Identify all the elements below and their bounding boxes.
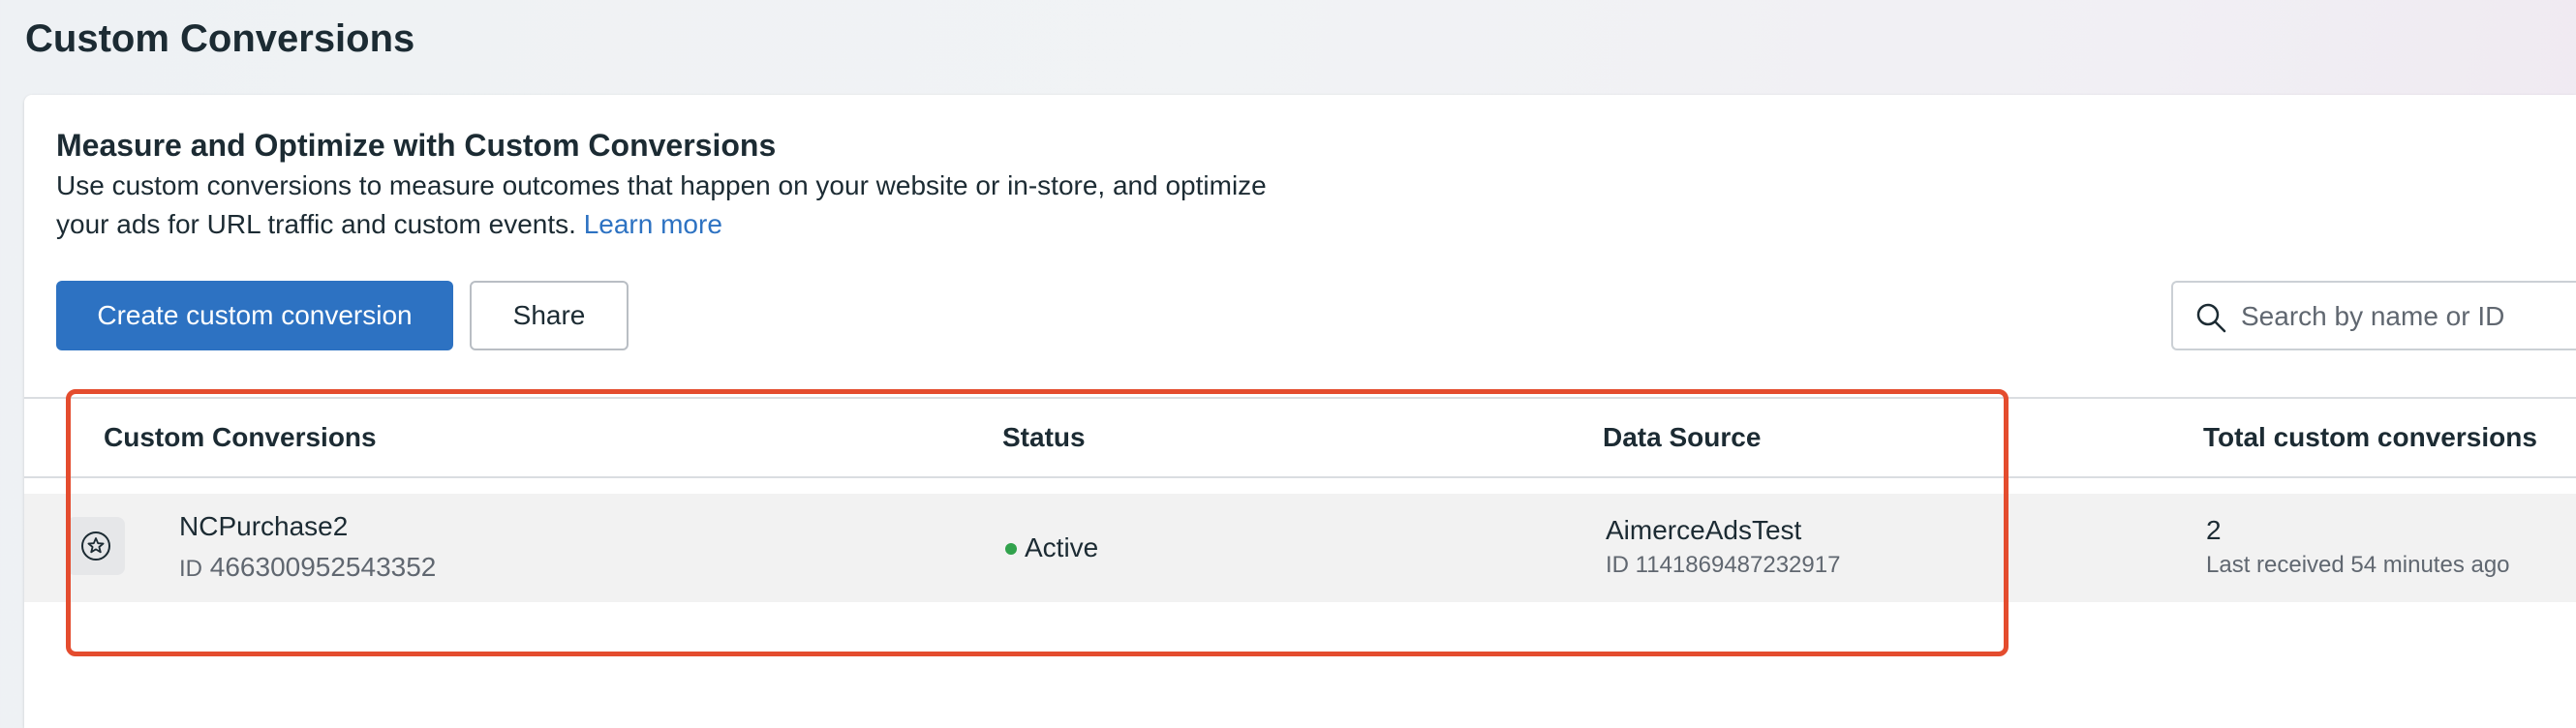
column-header-data-source[interactable]: Data Source bbox=[1603, 418, 1761, 457]
conversion-id: ID 466300952543352 bbox=[179, 550, 436, 587]
last-received-text: Last received 54 minutes ago bbox=[2206, 552, 2510, 578]
data-source-name: AimerceAdsTest bbox=[1606, 515, 1802, 545]
share-button[interactable]: Share bbox=[470, 281, 629, 350]
total-conversions-count: 2 bbox=[2206, 515, 2222, 545]
create-custom-conversion-button[interactable]: Create custom conversion bbox=[56, 281, 453, 350]
conversion-name[interactable]: NCPurchase2 bbox=[179, 509, 348, 544]
custom-conversions-card: Measure and Optimize with Custom Convers… bbox=[24, 95, 2576, 728]
table-row[interactable]: NCPurchase2 ID 466300952543352 Active Ai… bbox=[24, 494, 2576, 602]
intro-heading: Measure and Optimize with Custom Convers… bbox=[56, 128, 777, 163]
search-box[interactable] bbox=[2171, 281, 2576, 350]
row-icon-container bbox=[67, 517, 125, 575]
learn-more-link[interactable]: Learn more bbox=[584, 209, 722, 239]
column-header-custom-conversions[interactable]: Custom Conversions bbox=[104, 418, 377, 457]
column-header-total-custom-conversions[interactable]: Total custom conversions bbox=[2203, 418, 2537, 457]
data-source-id: ID 1141869487232917 bbox=[1606, 552, 1841, 578]
star-icon bbox=[81, 531, 110, 561]
conversion-id-prefix: ID bbox=[179, 556, 202, 582]
search-input[interactable] bbox=[2239, 294, 2576, 339]
conversion-id-value: 466300952543352 bbox=[209, 552, 437, 582]
column-header-status[interactable]: Status bbox=[1002, 418, 1086, 457]
table-top-divider bbox=[24, 397, 2576, 399]
search-icon bbox=[2196, 303, 2226, 333]
status-active-dot bbox=[1005, 543, 1017, 555]
intro-description: Use custom conversions to measure outcom… bbox=[56, 167, 1296, 244]
page-title: Custom Conversions bbox=[25, 17, 415, 60]
table-header-divider bbox=[24, 476, 2576, 478]
status-text: Active bbox=[1025, 532, 1099, 562]
